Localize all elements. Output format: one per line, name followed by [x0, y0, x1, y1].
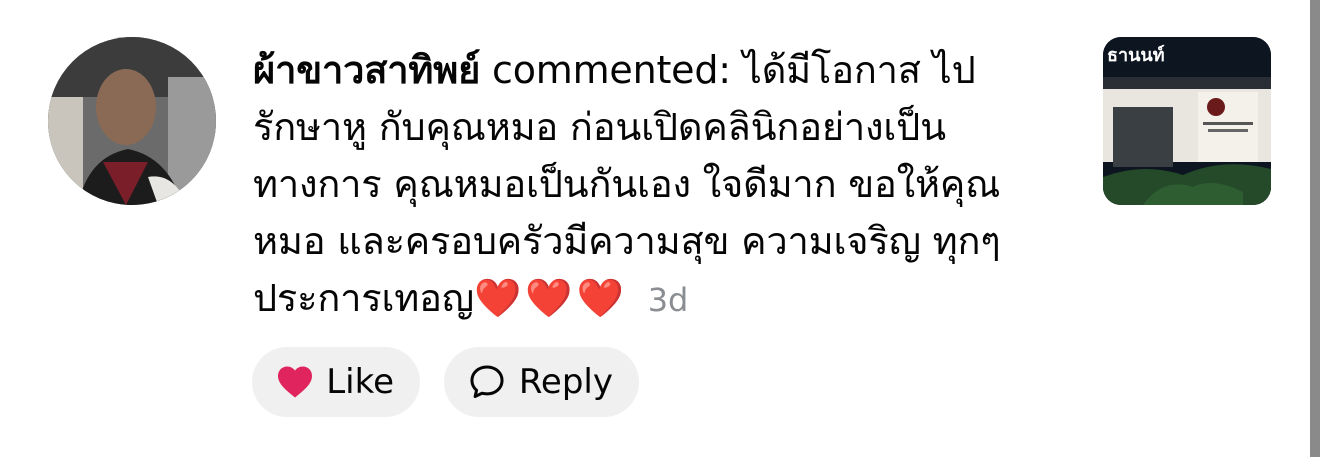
- reply-button[interactable]: Reply: [444, 347, 639, 417]
- comment-text[interactable]: ผ้าขาวสาทิพย์ commented: ได้มีโอกาส ไปรั…: [253, 42, 1053, 329]
- heart-emoji: ❤️❤️❤️: [473, 276, 628, 320]
- avatar-photo: [48, 37, 216, 205]
- speech-bubble-icon: [468, 362, 507, 402]
- like-label: Like: [326, 362, 394, 402]
- comment-actions: Like Reply: [252, 347, 639, 417]
- scrollbar[interactable]: [1310, 0, 1320, 457]
- reply-label: Reply: [518, 362, 613, 402]
- comment-notification[interactable]: ผ้าขาวสาทิพย์ commented: ได้มีโอกาส ไปรั…: [0, 0, 1300, 457]
- avatar[interactable]: [48, 37, 216, 205]
- post-thumbnail[interactable]: ธานนท์: [1103, 37, 1271, 205]
- comment-action: commented:: [492, 48, 731, 92]
- comment-author[interactable]: ผ้าขาวสาทิพย์: [253, 48, 480, 92]
- thumbnail-sign: ธานนท์: [1107, 44, 1165, 66]
- heart-icon: [276, 362, 314, 402]
- comment-age: 3d: [647, 281, 689, 319]
- like-button[interactable]: Like: [252, 347, 420, 417]
- clinic-photo: ธานนท์: [1103, 37, 1271, 205]
